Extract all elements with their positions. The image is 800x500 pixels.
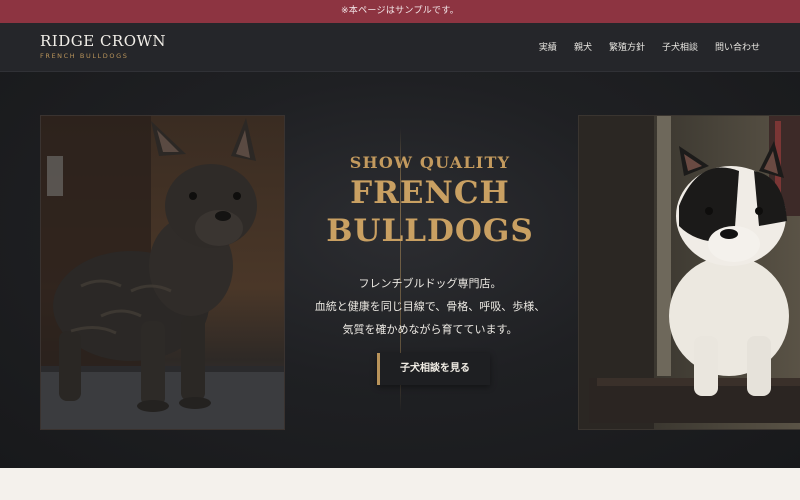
nav-link-parent-dogs[interactable]: 親犬 xyxy=(574,40,592,53)
brand-logo-title[interactable]: RIDGE CROWN xyxy=(40,32,166,50)
brand-logo-tagline: FRENCH BULLDOGS xyxy=(40,52,129,60)
brindle-dog-illustration xyxy=(41,116,284,429)
hero-description-line3: 気質を確かめながら育てています。 xyxy=(342,323,518,336)
pied-french-bulldog-photo xyxy=(578,115,800,430)
hero-headline: FRENCH BULLDOGS xyxy=(290,174,570,250)
hero-description-line2: 血統と健康を同じ目線で、骨格、呼吸、歩様、 xyxy=(314,300,546,313)
site-header: RIDGE CROWN FRENCH BULLDOGS 実績 親犬 繁殖方針 子… xyxy=(0,23,800,72)
nav-link-results[interactable]: 実績 xyxy=(539,40,557,53)
pied-dog-illustration xyxy=(579,116,800,429)
nav-link-puppy-consultation[interactable]: 子犬相談 xyxy=(662,40,698,53)
hero-headline-line2: BULLDOGS xyxy=(326,213,534,249)
nav-link-breeding-policy[interactable]: 繁殖方針 xyxy=(609,40,645,53)
sample-notice-bar: ※本ページはサンプルです。 xyxy=(0,0,800,23)
puppy-consultation-cta-button[interactable]: 子犬相談を見る xyxy=(377,353,490,385)
hero-eyebrow: SHOW QUALITY xyxy=(349,153,511,172)
nav-link-contact[interactable]: 問い合わせ xyxy=(715,40,760,53)
hero-section: SHOW QUALITY FRENCH BULLDOGS フレンチブルドッグ専門… xyxy=(0,72,800,468)
hero-headline-line1: FRENCH xyxy=(350,175,510,211)
main-navigation: 実績 親犬 繁殖方針 子犬相談 問い合わせ xyxy=(539,40,760,53)
hero-description: フレンチブルドッグ専門店。 血統と健康を同じ目線で、骨格、呼吸、歩様、 気質を確… xyxy=(300,272,560,341)
brindle-french-bulldog-photo xyxy=(40,115,285,430)
next-section-band xyxy=(0,468,800,500)
hero-description-line1: フレンチブルドッグ専門店。 xyxy=(358,277,502,290)
